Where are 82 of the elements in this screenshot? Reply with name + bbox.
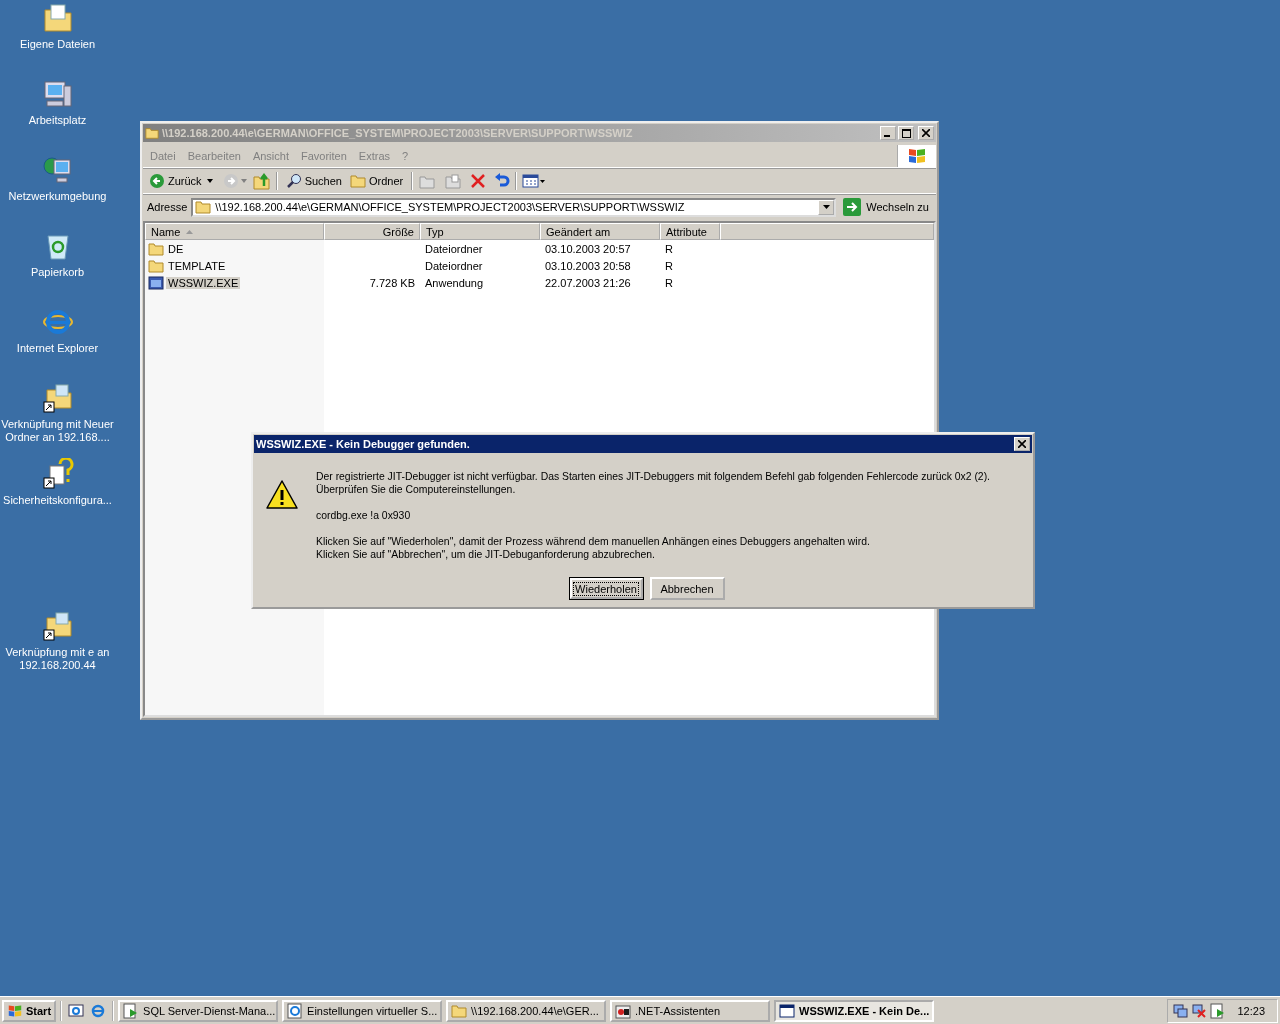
close-icon <box>1018 440 1026 448</box>
taskbar-button[interactable]: Einstellungen virtueller S... <box>282 999 443 1022</box>
file-date: 03.10.2003 20:57 <box>545 242 631 255</box>
folder-icon <box>349 173 366 189</box>
folder-icon <box>145 126 159 140</box>
folder-up-icon[interactable] <box>252 172 271 190</box>
network-icon[interactable] <box>1172 1002 1189 1019</box>
windows-logo-icon <box>7 1003 23 1018</box>
folder-icon <box>195 199 212 215</box>
file-type: Anwendung <box>425 276 484 289</box>
column-header[interactable]: Attribute <box>660 223 720 240</box>
browser-page-icon <box>287 1002 304 1019</box>
desktop-icon-label[interactable]: Papierkorb <box>30 266 85 279</box>
dialog-title: WSSWIZ.EXE - Kein Debugger gefunden. <box>256 438 471 450</box>
taskbar-button[interactable]: WSSWIZ.EXE - Kein De... <box>774 999 935 1022</box>
dialog-button[interactable]: Abbrechen <box>649 577 725 600</box>
copy-to-icon[interactable] <box>444 173 463 189</box>
go-button[interactable]: Wechseln zu <box>840 198 932 216</box>
taskbar-button[interactable]: SQL Server-Dienst-Mana... <box>118 999 279 1022</box>
folder-shortcut-icon <box>41 610 74 642</box>
caret-icon <box>822 205 830 209</box>
desktop-icon-label[interactable]: Netzwerkumgebung <box>8 190 107 203</box>
browser-icon[interactable] <box>90 1002 107 1019</box>
start-button[interactable]: Start <box>2 999 57 1022</box>
maximize-icon <box>901 128 911 138</box>
column-header[interactable]: Größe <box>324 223 420 240</box>
dialog-button[interactable]: Wiederholen <box>569 578 643 599</box>
dropdown-button[interactable] <box>818 199 835 215</box>
file-type: Dateiordner <box>425 242 483 255</box>
computer-icon <box>41 78 74 110</box>
warning-icon <box>266 479 298 511</box>
folders-button[interactable]: Ordner <box>346 172 407 190</box>
folder-shortcut-icon <box>41 382 74 414</box>
message-text: cordbg.exe !a 0x930 <box>316 509 412 522</box>
file-size: 7.728 KB <box>369 276 415 289</box>
sort-arrow-icon <box>186 229 194 234</box>
folder-icon <box>148 257 164 274</box>
caret-icon[interactable] <box>206 179 213 183</box>
column-header[interactable]: Typ <box>420 223 540 240</box>
desktop-icon-label[interactable]: Arbeitsplatz <box>28 114 87 127</box>
file-attributes: R <box>665 276 673 289</box>
message-text: Überprüfen Sie die Computereinstellungen. <box>316 483 517 496</box>
desktop-icon-label[interactable]: Verknüpfung mit e an 192.168.200.44 <box>0 646 115 672</box>
network-icon <box>41 154 74 186</box>
address-field[interactable]: \\192.168.200.44\e\GERMAN\OFFICE_SYSTEM\PROJECT2003\SERVER\SUPPORT\WSSWIZ <box>191 197 837 217</box>
disconnected-network-icon[interactable] <box>1191 1002 1208 1019</box>
search-button[interactable]: Suchen <box>282 172 345 190</box>
folder-icon <box>148 240 164 257</box>
desktop-icon-label[interactable]: Sicherheitskonfigura... <box>3 494 112 507</box>
taskbar-button[interactable]: .NET-Assistenten <box>610 999 771 1022</box>
file-name[interactable]: WSSWIZ.EXE <box>166 276 241 289</box>
folder-icon <box>41 2 74 34</box>
application-icon <box>148 274 164 291</box>
address-label: Adresse <box>147 201 188 213</box>
column-header[interactable]: Name <box>145 223 324 240</box>
file-date: 03.10.2003 20:58 <box>545 259 631 272</box>
file-attributes: R <box>665 259 673 272</box>
folder-icon <box>451 1002 468 1019</box>
column-header[interactable]: Geändert am <box>540 223 660 240</box>
message-text: Der registrierte JIT-Debugger ist nicht verfügbar. Das Starten eines JIT-Debuggers mit folgendem Befehl gab folgenden Fehlercode zurück 0x2 (2). <box>316 470 990 483</box>
file-name[interactable]: TEMPLATE <box>166 259 228 272</box>
window-icon <box>779 1002 796 1019</box>
taskbar-button[interactable]: \\192.168.200.44\e\GER... <box>446 999 607 1022</box>
close-button[interactable] <box>1014 437 1030 451</box>
clock: 12:23 <box>1237 1004 1265 1017</box>
message-text: Klicken Sie auf "Wiederholen", damit der Prozess während dem manuellen Anhängen eines Debuggers angehalten wird. <box>316 535 871 548</box>
desktop-icon-label[interactable]: Eigene Dateien <box>19 38 96 51</box>
file-attributes: R <box>665 242 673 255</box>
file-type: Dateiordner <box>425 259 483 272</box>
file-name[interactable]: DE <box>166 242 186 255</box>
desktop-icon-label[interactable]: Verknüpfung mit Neuer Ordner an 192.168.... <box>0 418 115 444</box>
back-button[interactable]: Zurück <box>146 172 205 190</box>
message-text: Klicken Sie auf "Abbrechen", um die JIT-Debuganforderung abzubrechen. <box>316 548 656 561</box>
search-icon <box>285 173 302 189</box>
desktop-icon-label[interactable]: Internet Explorer <box>16 342 99 355</box>
help-shortcut-icon <box>41 458 74 490</box>
desktop-shortcut-icon[interactable] <box>68 1002 85 1019</box>
file-date: 22.07.2003 21:26 <box>545 276 631 289</box>
delete-icon[interactable] <box>470 173 487 189</box>
views-icon[interactable] <box>522 173 547 189</box>
close-icon <box>922 129 930 137</box>
undo-icon[interactable] <box>494 173 511 189</box>
